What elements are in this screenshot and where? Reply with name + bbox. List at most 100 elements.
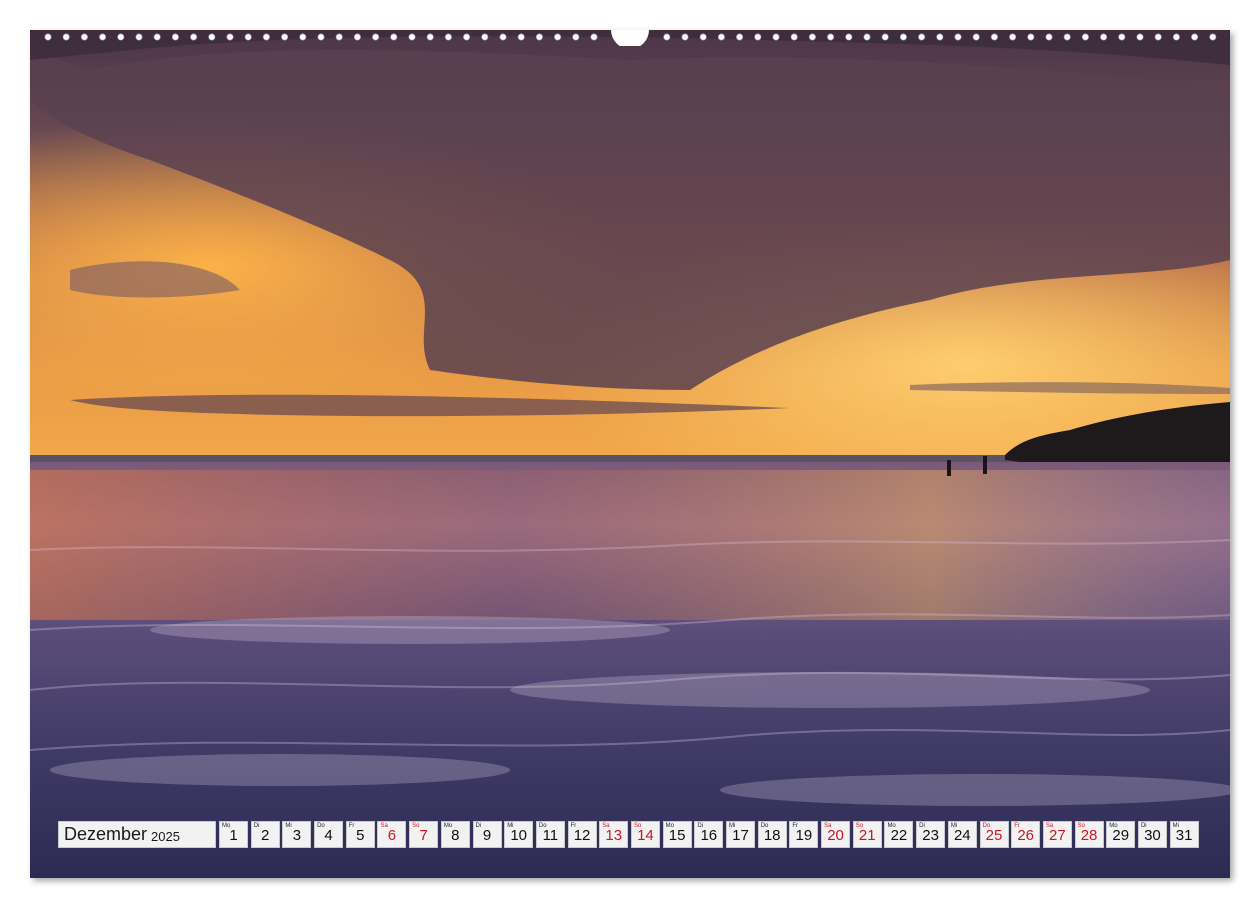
binding-hole (335, 33, 343, 41)
day-number: 30 (1144, 827, 1161, 844)
day-cell: Mi 31 (1169, 821, 1199, 848)
binding-hole (554, 33, 562, 41)
binding-hole (881, 33, 889, 41)
day-number: 25 (985, 827, 1003, 844)
binding-hole (681, 33, 689, 41)
day-cell: Mi 24 (947, 821, 977, 848)
day-cell: Mi 10 (504, 821, 534, 848)
binding-hole (408, 33, 416, 41)
binding-hole (244, 33, 252, 41)
day-cell: Mo 22 (884, 821, 914, 848)
binding-hole (190, 33, 198, 41)
binding-hole (808, 33, 816, 41)
day-cell: Sa 13 (599, 821, 629, 848)
day-number: 1 (229, 827, 238, 844)
binding-hole (390, 33, 398, 41)
day-number: 2 (261, 827, 270, 844)
day-number: 29 (1112, 827, 1130, 844)
binding-hole (717, 33, 725, 41)
binding-hole (426, 33, 434, 41)
binding-hole (1045, 33, 1053, 41)
binding-hole (1136, 33, 1144, 41)
day-cell: Do 25 (979, 821, 1009, 848)
day-cell: Do 11 (535, 821, 565, 848)
binding-hole (845, 33, 853, 41)
day-cell: So 14 (630, 821, 660, 848)
day-cell: Di 2 (250, 821, 280, 848)
day-number: 7 (419, 827, 428, 844)
month-year: 2025 (151, 828, 180, 844)
day-number: 17 (732, 827, 749, 844)
day-cell: Sa 6 (377, 821, 407, 848)
day-cell: Di 9 (472, 821, 502, 848)
binding-hole (208, 33, 216, 41)
binding-hole (699, 33, 707, 41)
day-number: 26 (1017, 827, 1035, 844)
binding-hole (1191, 33, 1199, 41)
binding-hole (1100, 33, 1108, 41)
binding-hole (281, 33, 289, 41)
day-number: 14 (637, 827, 654, 844)
binding-hole (1209, 33, 1217, 41)
day-number: 28 (1080, 827, 1098, 844)
day-cell: Mo 29 (1106, 821, 1136, 848)
binding-hole (99, 33, 107, 41)
day-cell: So 21 (852, 821, 882, 848)
day-cell: Sa 27 (1042, 821, 1072, 848)
binding-hole (153, 33, 161, 41)
binding-hole (135, 33, 143, 41)
binding-hole (44, 33, 52, 41)
binding-hole (372, 33, 380, 41)
binding-hole (1118, 33, 1126, 41)
day-number: 23 (922, 827, 939, 844)
binding-hole (1172, 33, 1180, 41)
binding-hole (899, 33, 907, 41)
binding-hole (1009, 33, 1017, 41)
binding-hole (499, 33, 507, 41)
day-cell: Do 4 (314, 821, 344, 848)
binding-hole (1081, 33, 1089, 41)
binding-hole (736, 33, 744, 41)
binding-hole (299, 33, 307, 41)
binding-hole (790, 33, 798, 41)
day-cell: Sa 20 (821, 821, 851, 848)
day-number: 31 (1175, 827, 1193, 844)
binding-hole (463, 33, 471, 41)
binding-hole (62, 33, 70, 41)
day-number: 16 (700, 827, 718, 844)
day-cell: Di 30 (1137, 821, 1167, 848)
day-number: 3 (292, 827, 302, 844)
day-cell: Fr 5 (345, 821, 375, 848)
binding-hole (827, 33, 835, 41)
day-cell: Di 16 (694, 821, 724, 848)
binding-hole (1027, 33, 1035, 41)
binding-hole (572, 33, 580, 41)
binding-hole (517, 33, 525, 41)
day-number: 9 (482, 827, 492, 844)
day-number: 13 (605, 827, 623, 844)
binding-hole (936, 33, 944, 41)
day-number: 12 (573, 827, 591, 844)
binding-hole (1063, 33, 1071, 41)
month-label: Dezember 2025 (58, 821, 216, 848)
day-number: 6 (387, 827, 397, 844)
binding-hole (80, 33, 88, 41)
binding-hole (663, 33, 671, 41)
binding-hole (226, 33, 234, 41)
binding-hole (954, 33, 962, 41)
day-cell: Mo 15 (662, 821, 692, 848)
day-number: 21 (858, 827, 876, 844)
binding-hole (990, 33, 998, 41)
day-number: 15 (668, 827, 686, 844)
day-cell: Di 23 (916, 821, 946, 848)
day-cell: Do 18 (757, 821, 787, 848)
day-cell: Fr 19 (789, 821, 819, 848)
binding-hole (262, 33, 270, 41)
binding-hole (481, 33, 489, 41)
binding-hole (535, 33, 543, 41)
day-number: 10 (510, 827, 528, 844)
day-cell: Mo 8 (440, 821, 470, 848)
day-number: 4 (324, 827, 333, 844)
day-cell: Mo 1 (219, 821, 248, 848)
binding-hole (1154, 33, 1162, 41)
